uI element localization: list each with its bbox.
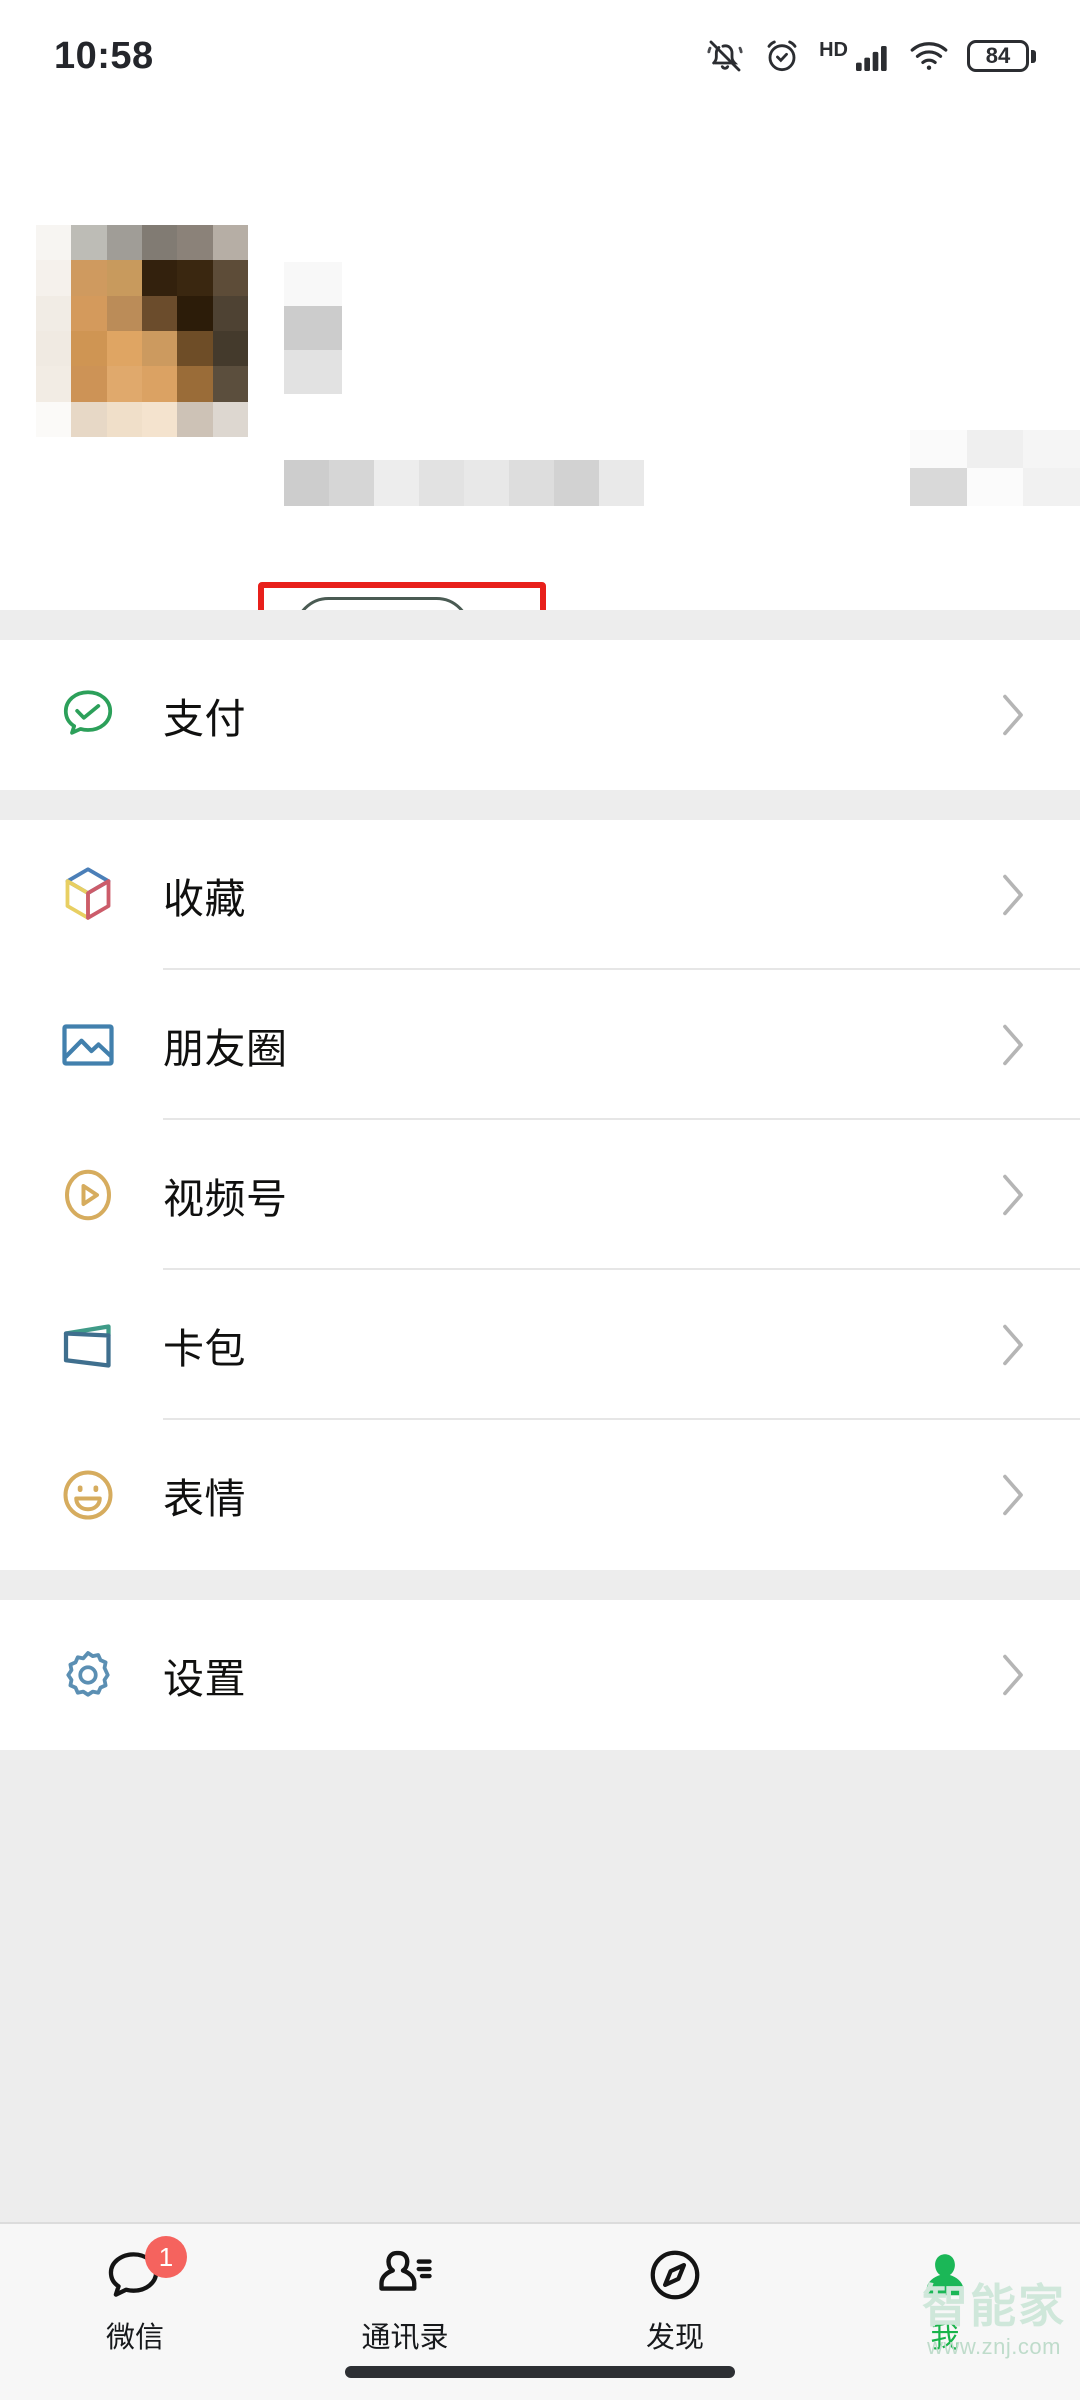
- menu-group-pay: 支付: [0, 640, 1080, 790]
- status-time: 10:58: [54, 34, 154, 77]
- alarm-clock-icon: [767, 40, 797, 72]
- wifi-icon: [910, 42, 948, 70]
- menu-group-settings: 设置: [0, 1600, 1080, 1750]
- menu-item-label: 视频号: [163, 1175, 288, 1223]
- menu-item-pay[interactable]: 支付: [0, 640, 1080, 790]
- pay-bubble-check-icon: [56, 683, 120, 747]
- tab-wechat[interactable]: 1 微信: [0, 2224, 270, 2400]
- empty-area: [0, 1750, 1080, 2222]
- menu-item-stickers[interactable]: 表情: [0, 1420, 1080, 1570]
- stickers-smiley-icon: [56, 1463, 120, 1527]
- tab-label: 通讯录: [361, 2320, 449, 2354]
- chevron-right-icon: [1003, 1474, 1023, 1516]
- chevron-right-icon: [1003, 1174, 1023, 1216]
- network-status-group: HD: [819, 36, 891, 76]
- me-person-icon: [913, 2246, 977, 2304]
- menu-item-channels[interactable]: 视频号: [0, 1120, 1080, 1270]
- discover-compass-icon: [643, 2246, 707, 2304]
- menu-item-label: 支付: [163, 695, 246, 743]
- menu-item-moments[interactable]: 朋友圈: [0, 970, 1080, 1120]
- avatar[interactable]: [36, 225, 248, 437]
- tab-label: 发现: [645, 2320, 704, 2354]
- channels-play-icon: [56, 1163, 120, 1227]
- chevron-right-icon: [1003, 1324, 1023, 1366]
- tab-bar: 1 微信 通讯录 发现 我: [0, 2222, 1080, 2400]
- nickname-blurred: [284, 262, 342, 306]
- cards-wallet-icon: [56, 1313, 120, 1377]
- battery-level-text: 84: [985, 43, 1011, 68]
- menu-item-label: 朋友圈: [163, 1025, 288, 1073]
- profile-header[interactable]: ＋ 状态: [0, 112, 1080, 716]
- section-gap-3: [0, 1570, 1080, 1600]
- hd-icon: HD: [819, 39, 848, 61]
- menu-item-label: 设置: [163, 1655, 246, 1703]
- nickname-blurred-3: [284, 350, 342, 394]
- home-indicator[interactable]: [345, 2366, 735, 2378]
- phone-screen: 10:58 HD 84 支付 收藏 朋友圈 视频号 卡包 表情 设置 1 微信 …: [0, 0, 1080, 2400]
- status-bar: 10:58 HD 84: [0, 0, 1080, 112]
- contacts-person-icon: [373, 2246, 437, 2304]
- tab-label: 微信: [105, 2320, 164, 2354]
- tab-me[interactable]: 我: [810, 2224, 1080, 2400]
- menu-item-label: 收藏: [163, 875, 246, 923]
- tab-label: 我: [930, 2320, 960, 2354]
- menu-item-settings[interactable]: 设置: [0, 1600, 1080, 1750]
- signal-bars-icon: [856, 46, 887, 71]
- chevron-right-icon: [1003, 1654, 1023, 1696]
- chevron-right-icon: [1003, 694, 1023, 736]
- chevron-right-icon: [1003, 874, 1023, 916]
- bell-mute-icon: [707, 40, 743, 72]
- qr-code-blurred-2[interactable]: [910, 468, 1080, 506]
- chat-bubble-icon: 1: [103, 2236, 187, 2304]
- menu-item-cards[interactable]: 卡包: [0, 1270, 1080, 1420]
- settings-gear-icon: [56, 1643, 120, 1707]
- status-icon-tray: HD 84: [705, 35, 1036, 77]
- wechat-id-blurred: [284, 460, 644, 506]
- menu-item-label: 表情: [163, 1475, 246, 1523]
- chevron-right-icon: [1003, 1024, 1023, 1066]
- moments-photo-icon: [56, 1013, 120, 1077]
- section-gap-1: [0, 610, 1080, 640]
- section-gap-2: [0, 790, 1080, 820]
- battery-icon: 84: [967, 40, 1036, 72]
- menu-item-favorites[interactable]: 收藏: [0, 820, 1080, 970]
- menu-item-label: 卡包: [163, 1325, 246, 1373]
- unread-badge: 1: [145, 2236, 187, 2278]
- nickname-blurred-2: [284, 306, 342, 350]
- favorites-cube-icon: [56, 863, 120, 927]
- menu-group-main: 收藏 朋友圈 视频号 卡包 表情: [0, 820, 1080, 1570]
